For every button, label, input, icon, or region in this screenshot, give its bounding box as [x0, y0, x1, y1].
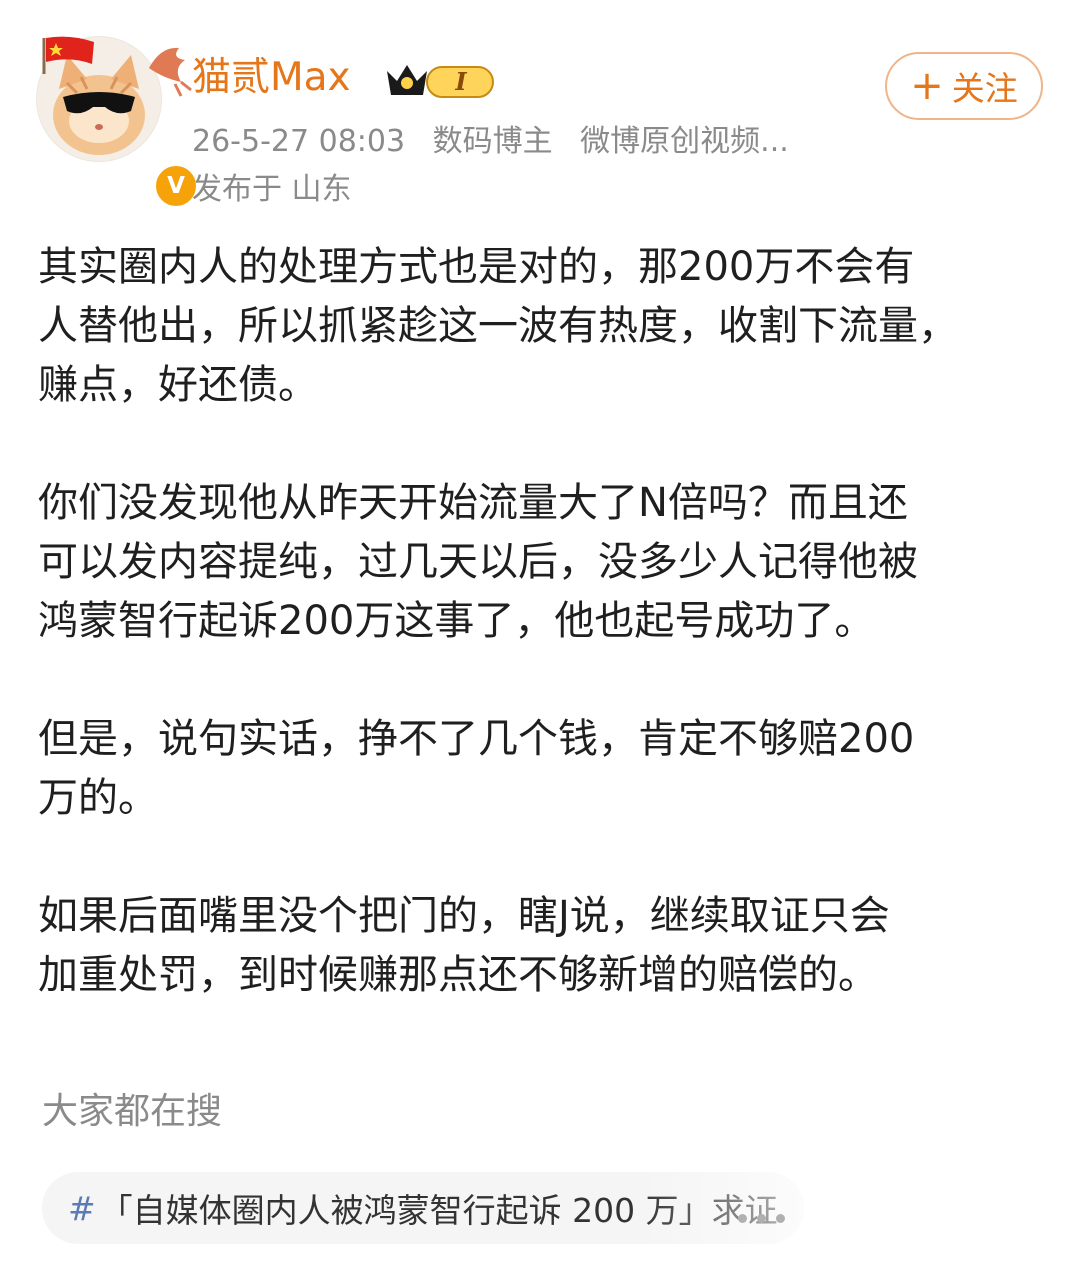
user-tag: 微博原创视频... — [580, 124, 789, 159]
username[interactable]: 猫贰Max — [192, 52, 351, 104]
china-flag-icon — [42, 36, 94, 74]
trending-title: 大家都在搜 — [42, 1091, 223, 1132]
post-paragraph: 你们没发现他从昨天开始流量大了N倍吗？而且还 可以发内容提纯，过几天以后，没多少… — [38, 480, 918, 644]
more-dots-icon[interactable] — [738, 1208, 818, 1228]
post-paragraph: 但是，说句实话，挣不了几个钱，肯定不够赔200 万的。 — [38, 716, 915, 821]
follow-button[interactable]: + 关注 — [885, 52, 1043, 120]
post-paragraph: 如果后面嘴里没个把门的，瞎J说，继续取证只会 加重处罚，到时候赚那点还不够新增的… — [38, 893, 890, 998]
post-body: 其实圈内人的处理方式也是对的，那200万不会有 人替他出，所以抓紧趁这一波有热度… — [38, 238, 1048, 1064]
bird-sticker-icon — [149, 47, 192, 97]
follow-label: 关注 — [951, 69, 1018, 108]
post-timestamp: 26-5-27 08:03 — [192, 124, 406, 159]
post-header: V 猫贰Max I 26-5-27 08:03 数码博主 微博原创视频... 发… — [0, 0, 1080, 225]
crown-vip-icon[interactable]: I — [383, 55, 499, 103]
post-paragraph: 其实圈内人的处理方式也是对的，那200万不会有 人替他出，所以抓紧趁这一波有热度… — [38, 244, 958, 408]
post-location: 发布于 山东 — [192, 172, 352, 207]
avatar-group[interactable]: V — [36, 36, 200, 210]
hashtag-icon: # — [68, 1188, 96, 1228]
topic-fade-overlay — [640, 1170, 1080, 1266]
user-tag: 数码博主 — [432, 124, 553, 159]
post-meta: 26-5-27 08:03 数码博主 微博原创视频... — [192, 121, 832, 163]
vip-level-text: I — [454, 67, 467, 96]
plus-icon: + — [910, 63, 944, 109]
